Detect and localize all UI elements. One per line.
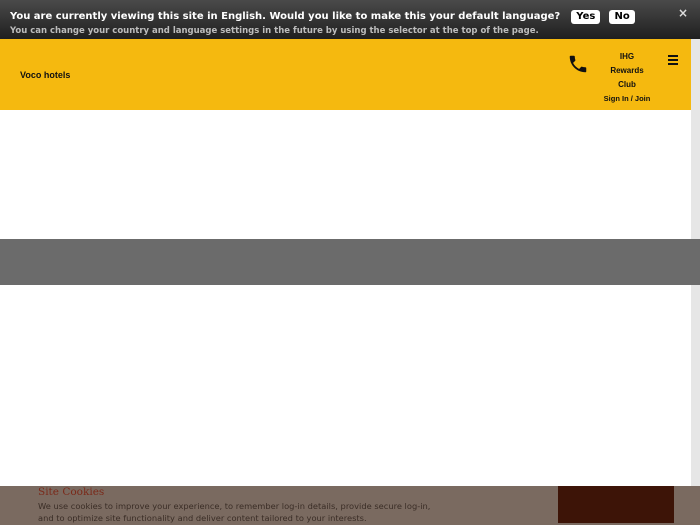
language-note: You can change your country and language… bbox=[10, 26, 539, 36]
hamburger-menu-icon[interactable] bbox=[668, 55, 678, 65]
page: You are currently viewing this site in E… bbox=[0, 0, 700, 525]
language-yes-button[interactable]: Yes bbox=[571, 9, 601, 24]
phone-icon[interactable] bbox=[567, 53, 589, 75]
cookie-title: Site Cookies bbox=[38, 486, 105, 498]
cookie-notice: Site Cookies We use cookies to improve y… bbox=[0, 486, 700, 525]
language-no-button[interactable]: No bbox=[609, 9, 635, 24]
close-icon[interactable]: × bbox=[678, 6, 688, 20]
language-banner: You are currently viewing this site in E… bbox=[0, 0, 700, 39]
rewards-line-1: IHG bbox=[619, 52, 635, 61]
brand-logo[interactable]: Voco hotels bbox=[20, 70, 70, 80]
language-question: You are currently viewing this site in E… bbox=[10, 10, 561, 22]
cookie-accept-button[interactable] bbox=[558, 486, 674, 523]
cookie-text: We use cookies to improve your experienc… bbox=[38, 501, 431, 523]
ihg-rewards-club-link[interactable]: IHG Rewards Club bbox=[598, 50, 656, 92]
site-header: Voco hotels IHG Rewards Club Sign In / J… bbox=[0, 39, 691, 110]
rewards-line-2: Rewards bbox=[610, 66, 644, 75]
rewards-line-3: Club bbox=[618, 80, 636, 89]
sign-in-join-link[interactable]: Sign In / Join bbox=[596, 94, 658, 103]
hero-placeholder-band bbox=[0, 239, 700, 285]
